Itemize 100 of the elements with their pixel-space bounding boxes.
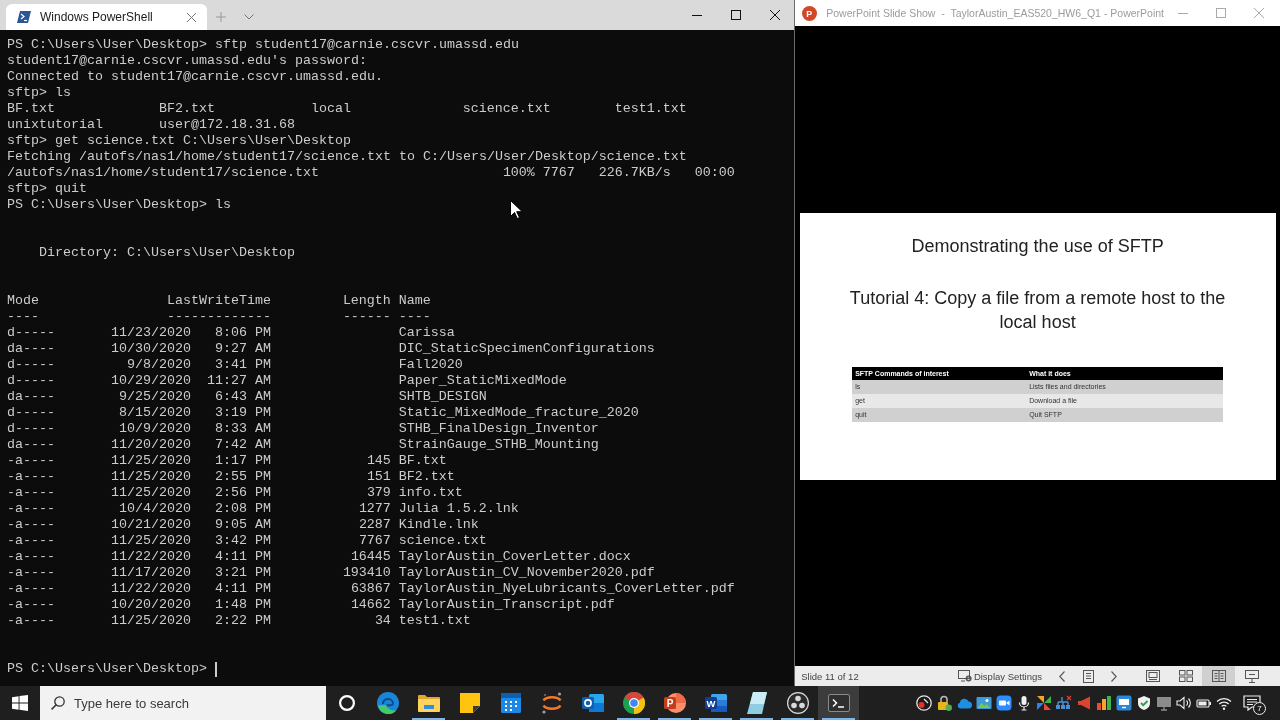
column-header: LastWriteTime bbox=[166, 293, 271, 309]
folder-icon bbox=[417, 694, 440, 712]
modified-date: 11/25/2020 bbox=[110, 469, 191, 485]
volume-icon[interactable] bbox=[1176, 695, 1192, 711]
modified-time: 11:27 AM bbox=[206, 373, 271, 389]
minimize-icon bbox=[1178, 12, 1188, 14]
view-button[interactable] bbox=[1202, 666, 1235, 686]
maximize-icon bbox=[1216, 8, 1226, 18]
file-name: StrainGauge_STHB_Mounting bbox=[398, 437, 599, 453]
file-mode: -a---- bbox=[7, 613, 55, 629]
modified-date: 11/25/2020 bbox=[110, 613, 191, 629]
file-size: 14662 bbox=[350, 597, 391, 613]
microphone-icon[interactable] bbox=[1016, 695, 1032, 711]
modified-date: 9/25/2020 bbox=[118, 389, 191, 405]
modified-date: 10/21/2020 bbox=[110, 517, 191, 533]
notification-button[interactable]: 7 bbox=[1238, 686, 1266, 720]
close-icon bbox=[186, 12, 196, 22]
modified-date: 10/9/2020 bbox=[118, 421, 191, 437]
modified-date: 10/29/2020 bbox=[110, 373, 191, 389]
header-underline: ---- bbox=[398, 309, 431, 325]
display-settings-button[interactable]: Display Settings bbox=[953, 666, 1046, 686]
transfer-percent: 100% bbox=[502, 165, 535, 181]
modified-time: 9:27 AM bbox=[214, 341, 271, 357]
glass-pane-icon bbox=[746, 692, 767, 714]
network-icon[interactable] bbox=[1056, 695, 1072, 711]
search-field[interactable]: Type here to search bbox=[74, 693, 326, 713]
file-name: TaylorAustin_NyeLubricants_CoverLetter.pdf bbox=[398, 581, 735, 597]
modified-date: 11/22/2020 bbox=[110, 549, 191, 565]
modified-time: 1:48 PM bbox=[214, 597, 271, 613]
file-name: BF2.txt bbox=[398, 469, 455, 485]
record-circle-icon[interactable] bbox=[916, 695, 932, 711]
shield-check-icon[interactable] bbox=[1136, 695, 1152, 711]
file-name: Static_MixedMode_fracture_2020 bbox=[398, 405, 639, 421]
notes-icon bbox=[1082, 669, 1094, 683]
picture-icon[interactable] bbox=[976, 695, 992, 711]
modified-time: 6:43 AM bbox=[214, 389, 271, 405]
modified-time: 3:19 PM bbox=[214, 405, 271, 421]
lock-icon[interactable] bbox=[936, 695, 952, 711]
mouse-pointer-icon bbox=[510, 200, 522, 219]
file-name: DIC_StaticSpecimenConfigurations bbox=[398, 341, 655, 357]
modified-date: 11/25/2020 bbox=[110, 533, 191, 549]
file-size: 145 bbox=[366, 453, 391, 469]
monitor-icon[interactable] bbox=[1116, 695, 1132, 711]
file-name: BF2.txt bbox=[158, 101, 215, 117]
text-cursor-icon bbox=[214, 661, 217, 677]
plus-icon bbox=[216, 12, 226, 22]
file-mode: -a---- bbox=[7, 533, 55, 549]
megaphone-icon[interactable] bbox=[1076, 695, 1092, 711]
modified-date: 11/23/2020 bbox=[110, 325, 191, 341]
close-icon bbox=[769, 10, 780, 20]
file-size: 193410 bbox=[342, 565, 391, 581]
wifi-icon[interactable] bbox=[1216, 695, 1232, 711]
file-mode: d----- bbox=[7, 421, 55, 437]
modified-date: 11/20/2020 bbox=[110, 437, 191, 453]
chevron-down-icon bbox=[244, 14, 254, 20]
modified-date: 10/4/2020 bbox=[118, 501, 191, 517]
file-name: BF.txt bbox=[398, 453, 447, 469]
modified-time: 2:56 PM bbox=[214, 485, 271, 501]
terminal-tab[interactable]: Windows PowerShell bbox=[6, 4, 207, 30]
file-name: unixtutorial bbox=[7, 117, 103, 133]
file-name: Carissa bbox=[398, 325, 455, 341]
file-mode: d----- bbox=[7, 325, 55, 341]
slides-icon: P bbox=[663, 692, 686, 714]
file-mode: -a---- bbox=[7, 517, 55, 533]
sticky-note-icon bbox=[459, 693, 480, 713]
taskbar-app-button[interactable]: P bbox=[654, 686, 695, 720]
modified-date: 11/25/2020 bbox=[110, 453, 191, 469]
ring-icon bbox=[338, 695, 355, 711]
header-underline: ------------- bbox=[166, 309, 271, 325]
transfer-time: 00:00 bbox=[694, 165, 735, 181]
file-mode: -a---- bbox=[7, 469, 55, 485]
ring-tile-icon bbox=[581, 692, 604, 714]
bar-chart-icon[interactable] bbox=[1096, 695, 1112, 711]
file-mode: da---- bbox=[7, 341, 55, 357]
file-size: 7767 bbox=[358, 533, 391, 549]
file-name: info.txt bbox=[398, 485, 463, 501]
file-size: 2287 bbox=[358, 517, 391, 533]
taskbar-app-button[interactable]: W bbox=[695, 686, 736, 720]
search-bar[interactable]: Type here to search bbox=[40, 686, 326, 720]
notification-count: 7 bbox=[1253, 702, 1266, 715]
calendar-icon bbox=[500, 693, 521, 713]
file-mode: d----- bbox=[7, 357, 55, 373]
file-mode: d----- bbox=[7, 373, 55, 389]
console-line: sftp> quit bbox=[7, 181, 87, 197]
pinwheel-icon[interactable] bbox=[1036, 695, 1052, 711]
terminal-icon bbox=[827, 694, 850, 712]
slide-heading: Demonstrating the use of SFTP bbox=[911, 234, 1164, 257]
video-camera-icon[interactable] bbox=[996, 695, 1012, 711]
screen-icon[interactable] bbox=[1156, 695, 1172, 711]
modified-time: 3:41 PM bbox=[214, 357, 271, 373]
file-name: Kindle.lnk bbox=[398, 517, 479, 533]
modified-time: 8:33 AM bbox=[214, 421, 271, 437]
modified-time: 2:55 PM bbox=[214, 469, 271, 485]
modified-date: 11/22/2020 bbox=[110, 581, 191, 597]
modified-date: 9/8/2020 bbox=[126, 357, 191, 373]
taskbar-app-button[interactable] bbox=[818, 686, 859, 720]
file-name: science.txt bbox=[462, 101, 551, 117]
file-mode: -a---- bbox=[7, 581, 55, 597]
console-prompt: PS C:\Users\User\Desktop> bbox=[7, 661, 207, 677]
header-underline: ---- bbox=[7, 309, 39, 325]
